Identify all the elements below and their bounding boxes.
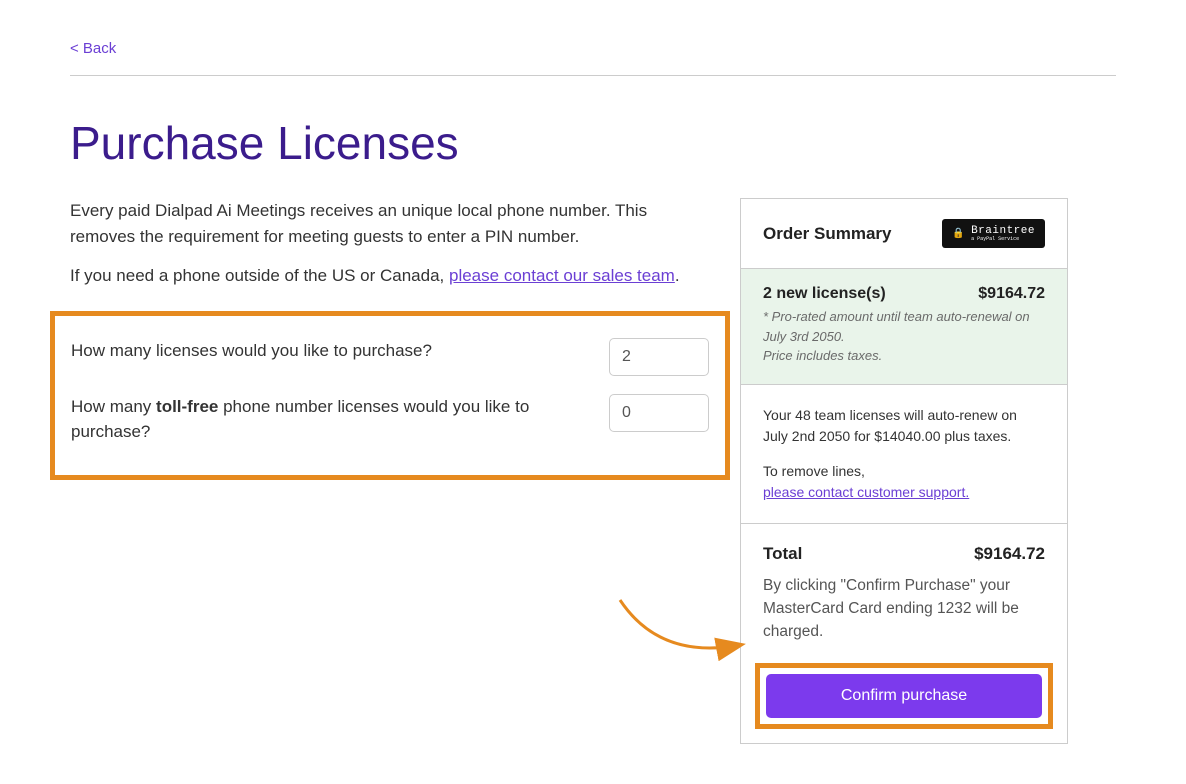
- licenses-label: How many licenses would you like to purc…: [71, 338, 589, 364]
- charge-text: By clicking "Confirm Purchase" your Mast…: [763, 574, 1045, 644]
- contact-sales-link[interactable]: please contact our sales team: [449, 266, 675, 285]
- order-header: Order Summary 🔒 Braintree a PayPal Servi…: [741, 199, 1067, 269]
- order-lines-section: 2 new license(s) $9164.72 * Pro-rated am…: [741, 269, 1067, 385]
- page-title: Purchase Licenses: [70, 116, 1116, 170]
- main-layout: Every paid Dialpad Ai Meetings receives …: [70, 198, 1116, 744]
- renewal-text: Your 48 team licenses will auto-renew on…: [763, 405, 1045, 447]
- total-row: Total $9164.72: [763, 544, 1045, 564]
- line-item-amount: $9164.72: [978, 285, 1045, 303]
- total-section: Total $9164.72 By clicking "Confirm Purc…: [741, 524, 1067, 664]
- intro-text-1: Every paid Dialpad Ai Meetings receives …: [70, 198, 710, 249]
- line-note-1: * Pro-rated amount until team auto-renew…: [763, 307, 1045, 346]
- total-amount: $9164.72: [974, 544, 1045, 564]
- remove-lines-text: To remove lines, please contact customer…: [763, 461, 1045, 503]
- order-summary-card: Order Summary 🔒 Braintree a PayPal Servi…: [740, 198, 1068, 744]
- confirm-button-highlight: Confirm purchase: [755, 663, 1053, 729]
- tollfree-row: How many toll-free phone number licenses…: [71, 394, 709, 445]
- braintree-badge: 🔒 Braintree a PayPal Service: [942, 219, 1045, 248]
- intro-2-prefix: If you need a phone outside of the US or…: [70, 266, 449, 285]
- tollfree-prefix: How many: [71, 397, 156, 416]
- contact-support-link[interactable]: please contact customer support.: [763, 484, 969, 500]
- line-item-label: 2 new license(s): [763, 285, 886, 303]
- badge-text-wrap: Braintree a PayPal Service: [971, 225, 1035, 242]
- divider: [70, 75, 1116, 76]
- braintree-subtext: a PayPal Service: [971, 237, 1035, 242]
- back-link[interactable]: < Back: [70, 40, 116, 57]
- tollfree-input[interactable]: [609, 394, 709, 432]
- licenses-row: How many licenses would you like to purc…: [71, 338, 709, 376]
- renewal-section: Your 48 team licenses will auto-renew on…: [741, 385, 1067, 524]
- lock-icon: 🔒: [952, 228, 965, 240]
- license-form-highlight: How many licenses would you like to purc…: [50, 311, 730, 480]
- line-item-row: 2 new license(s) $9164.72: [763, 285, 1045, 303]
- intro-text-2: If you need a phone outside of the US or…: [70, 263, 710, 289]
- intro-2-suffix: .: [675, 266, 680, 285]
- licenses-input[interactable]: [609, 338, 709, 376]
- total-label: Total: [763, 544, 802, 564]
- remove-prefix: To remove lines,: [763, 463, 865, 479]
- tollfree-label: How many toll-free phone number licenses…: [71, 394, 589, 445]
- tollfree-bold: toll-free: [156, 397, 218, 416]
- order-summary-title: Order Summary: [763, 224, 892, 244]
- left-column: Every paid Dialpad Ai Meetings receives …: [70, 198, 710, 480]
- confirm-purchase-button[interactable]: Confirm purchase: [766, 674, 1042, 718]
- line-note-2: Price includes taxes.: [763, 346, 1045, 366]
